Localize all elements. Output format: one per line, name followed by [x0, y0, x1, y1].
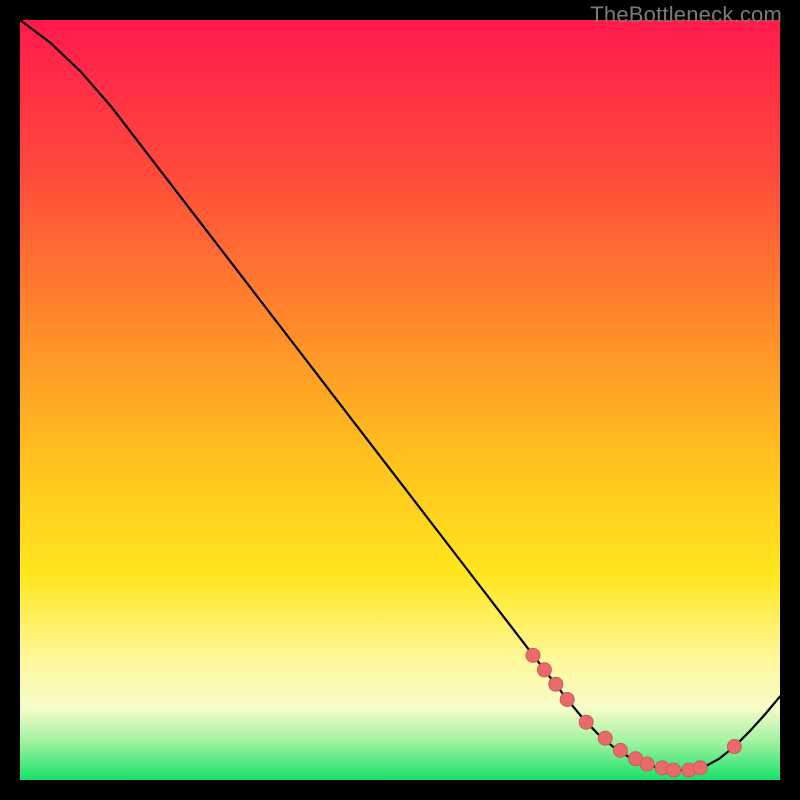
- marker-dot: [613, 743, 627, 757]
- chart-frame: TheBottleneck.com: [0, 0, 800, 800]
- marker-dot: [549, 677, 563, 691]
- watermark-text: TheBottleneck.com: [590, 2, 782, 28]
- marker-dot: [526, 648, 540, 662]
- marker-dot: [640, 757, 654, 771]
- marker-dot: [693, 761, 707, 775]
- bottleneck-chart: [20, 20, 780, 780]
- marker-dot: [667, 763, 681, 777]
- gradient-background: [20, 20, 780, 780]
- marker-dot: [537, 663, 551, 677]
- marker-dot: [560, 692, 574, 706]
- marker-dot: [598, 731, 612, 745]
- marker-dot: [727, 740, 741, 754]
- plot-area: [20, 20, 780, 780]
- marker-dot: [579, 715, 593, 729]
